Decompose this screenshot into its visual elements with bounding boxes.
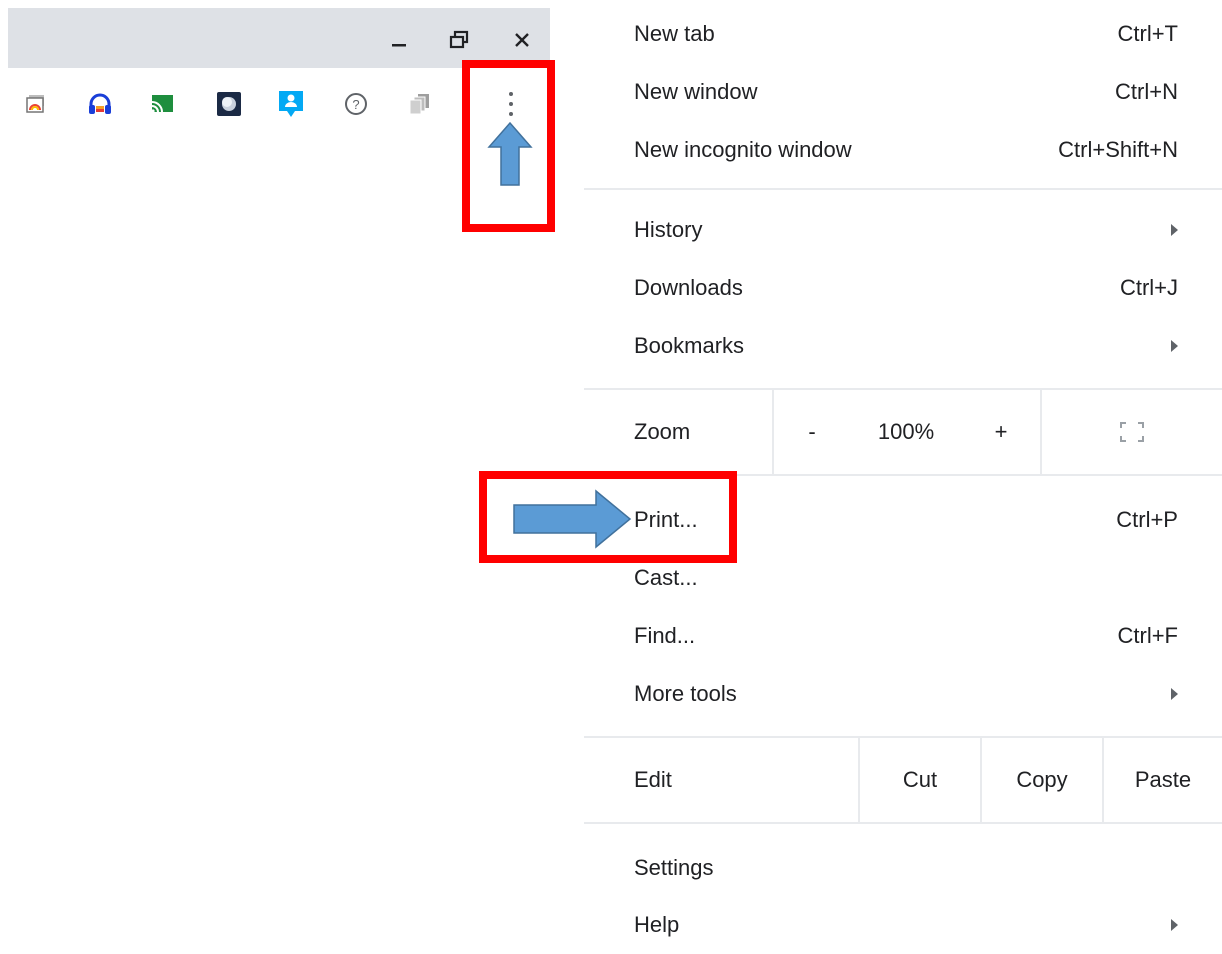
minimize-icon[interactable] (385, 26, 413, 54)
zoom-out-label: - (808, 419, 816, 444)
annotation-arrow-up-icon (487, 121, 533, 186)
paste-button[interactable]: Paste (1104, 738, 1222, 822)
menu-item-shortcut: Ctrl+N (1115, 79, 1178, 104)
menu-item-label: New incognito window (634, 137, 852, 162)
menu-separator (584, 188, 1222, 190)
fullscreen-icon (1120, 422, 1144, 442)
menu-item-label: Bookmarks (634, 333, 745, 358)
copy-button[interactable]: Copy (982, 738, 1102, 822)
copy-pages-icon[interactable] (406, 90, 434, 118)
restore-icon[interactable] (445, 26, 473, 54)
moon-icon[interactable] (215, 90, 243, 118)
menu-item-shortcut: Ctrl+F (1117, 623, 1179, 648)
menu-item-help[interactable]: Help (584, 896, 1222, 954)
menu-item-shortcut: Ctrl+J (1119, 275, 1178, 300)
menu-item-new-incognito-window[interactable]: New incognito window Ctrl+Shift+N (584, 121, 1222, 179)
menu-separator (584, 822, 1222, 824)
menu-item-more-tools[interactable]: More tools (584, 665, 1222, 723)
help-icon[interactable]: ? (342, 90, 370, 118)
cut-label: Cut (902, 767, 938, 792)
submenu-arrow-icon (1171, 919, 1178, 931)
menu-item-new-window[interactable]: New window Ctrl+N (584, 63, 1222, 121)
submenu-arrow-icon (1171, 224, 1178, 236)
cut-button[interactable]: Cut (860, 738, 980, 822)
headphones-icon[interactable] (86, 90, 114, 118)
menu-item-shortcut: Ctrl+P (1116, 507, 1178, 532)
menu-item-label: More tools (634, 681, 737, 706)
menu-item-label: History (634, 217, 703, 242)
edit-label: Edit (634, 767, 672, 792)
stack-window-icon[interactable] (22, 90, 50, 118)
window-titlebar (8, 8, 550, 68)
zoom-in-button[interactable]: + (962, 390, 1040, 474)
menu-item-shortcut: Ctrl+Shift+N (1058, 137, 1178, 162)
submenu-arrow-icon (1171, 688, 1178, 700)
menu-item-find[interactable]: Find... Ctrl+F (584, 607, 1222, 665)
zoom-label: Zoom (634, 419, 691, 444)
menu-item-shortcut: Ctrl+T (1117, 21, 1179, 46)
person-chat-icon[interactable] (277, 90, 305, 118)
zoom-level-value: 100% (877, 419, 935, 444)
paste-label: Paste (1134, 767, 1192, 792)
chrome-main-menu: New tab Ctrl+T New window Ctrl+N New inc… (584, 0, 1222, 937)
copy-label: Copy (1016, 767, 1068, 792)
menu-row-zoom: Zoom - 100% + (584, 390, 1222, 474)
svg-text:?: ? (352, 97, 359, 112)
zoom-level: 100% (850, 390, 962, 474)
annotation-arrow-right-icon (513, 489, 632, 549)
menu-item-history[interactable]: History (584, 201, 1222, 259)
menu-item-downloads[interactable]: Downloads Ctrl+J (584, 259, 1222, 317)
menu-item-settings[interactable]: Settings (584, 839, 1222, 897)
menu-item-new-tab[interactable]: New tab Ctrl+T (584, 5, 1222, 63)
submenu-arrow-icon (1171, 340, 1178, 352)
menu-item-label: New window (634, 79, 758, 104)
menu-item-label: Settings (634, 855, 714, 880)
menu-item-label: Downloads (634, 275, 743, 300)
menu-item-label: Find... (634, 623, 696, 648)
cast-icon[interactable] (148, 90, 176, 118)
menu-item-label: New tab (634, 21, 715, 46)
close-icon[interactable] (508, 26, 536, 54)
zoom-in-label: + (994, 419, 1008, 444)
menu-item-bookmarks[interactable]: Bookmarks (584, 317, 1222, 375)
menu-item-label: Cast... (634, 565, 698, 590)
fullscreen-button[interactable] (1042, 390, 1222, 474)
zoom-out-button[interactable]: - (774, 390, 850, 474)
menu-row-edit: Edit Cut Copy Paste (584, 738, 1222, 822)
menu-item-label: Help (634, 912, 680, 937)
